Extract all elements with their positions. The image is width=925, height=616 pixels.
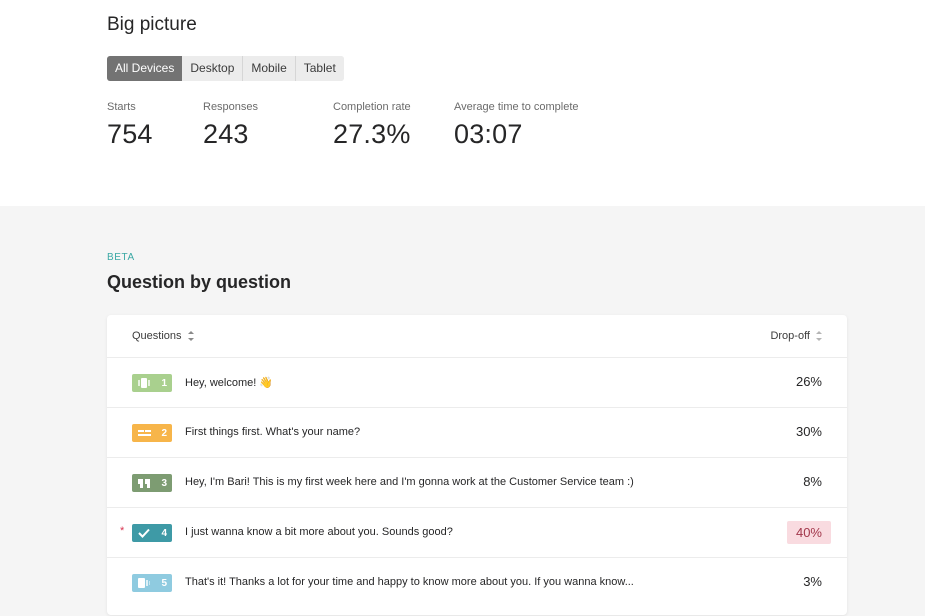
- question-number: 4: [161, 527, 167, 539]
- metric-starts: Starts 754: [107, 101, 153, 150]
- metric-value: 243: [203, 119, 249, 149]
- metric-responses: Responses 243: [203, 101, 258, 150]
- table-row[interactable]: 5 That's it! Thanks a lot for your time …: [107, 558, 847, 608]
- question-by-question-title: Question by question: [107, 272, 292, 292]
- metric-completion-rate: Completion rate 27.3%: [333, 101, 411, 150]
- question-number: 1: [161, 377, 167, 389]
- table-row[interactable]: 2 First things first. What's your name? …: [107, 408, 847, 458]
- dropoff-header-label: Drop-off: [770, 330, 810, 342]
- big-picture-title: Big picture: [107, 14, 197, 35]
- sort-icon: [187, 331, 194, 341]
- metric-label: Responses: [203, 101, 259, 113]
- tab-mobile[interactable]: Mobile: [243, 56, 296, 81]
- table-header: Questions Drop-off: [107, 315, 847, 358]
- table-row[interactable]: * 4 I just wanna know a bit more about y…: [107, 508, 847, 558]
- question-text: I just wanna know a bit more about you. …: [185, 526, 453, 538]
- yes-no-check-icon: [137, 528, 151, 538]
- question-badge: 2: [132, 424, 172, 442]
- question-badge: 1: [132, 374, 172, 392]
- statement-quote-icon: [137, 478, 151, 488]
- end-screen-icon: [137, 578, 151, 588]
- question-number: 5: [161, 577, 167, 589]
- question-text: That's it! Thanks a lot for your time an…: [185, 576, 634, 588]
- question-dropoff-highlighted: 40%: [786, 521, 831, 544]
- metric-label: Average time to complete: [454, 101, 579, 113]
- questions-header-label: Questions: [132, 330, 182, 342]
- tab-tablet[interactable]: Tablet: [295, 56, 344, 81]
- beta-label: BETA: [107, 252, 135, 263]
- required-marker: *: [120, 525, 125, 537]
- metric-value: 03:07: [454, 119, 523, 149]
- sort-icon: [816, 331, 822, 341]
- dropoff-column-header[interactable]: Drop-off: [770, 330, 822, 342]
- questions-table: Questions Drop-off 1 Hey, welcome! 👋 26%: [107, 315, 847, 615]
- metric-label: Starts: [107, 101, 136, 113]
- short-text-icon: [137, 428, 151, 438]
- questions-column-header[interactable]: Questions: [132, 330, 194, 342]
- question-text: Hey, welcome! 👋: [185, 377, 274, 389]
- question-badge: 3: [132, 474, 172, 492]
- metric-label: Completion rate: [333, 101, 411, 113]
- question-badge: 4: [132, 524, 172, 542]
- device-filter-tabs: All Devices Desktop Mobile Tablet: [107, 56, 344, 81]
- question-by-question-section: BETA Question by question Questions Drop…: [0, 206, 925, 616]
- question-number: 3: [161, 477, 167, 489]
- question-text: First things first. What's your name?: [185, 426, 361, 438]
- tab-desktop[interactable]: Desktop: [182, 56, 244, 81]
- metric-value: 27.3%: [333, 119, 411, 149]
- question-dropoff: 30%: [795, 424, 822, 439]
- table-row[interactable]: 3 Hey, I'm Bari! This is my first week h…: [107, 458, 847, 508]
- big-picture-section: Big picture All Devices Desktop Mobile T…: [0, 0, 925, 206]
- question-dropoff: 26%: [795, 374, 822, 389]
- question-dropoff: 8%: [803, 474, 822, 489]
- welcome-screen-icon: [137, 378, 151, 388]
- question-text: Hey, I'm Bari! This is my first week her…: [185, 476, 634, 488]
- question-badge: 5: [132, 574, 172, 592]
- question-dropoff: 3%: [803, 574, 822, 589]
- question-number: 2: [161, 427, 167, 439]
- tab-all-devices[interactable]: All Devices: [107, 56, 183, 81]
- metric-average-time: Average time to complete 03:07: [454, 101, 579, 150]
- metric-value: 754: [107, 119, 153, 149]
- table-row[interactable]: 1 Hey, welcome! 👋 26%: [107, 358, 847, 408]
